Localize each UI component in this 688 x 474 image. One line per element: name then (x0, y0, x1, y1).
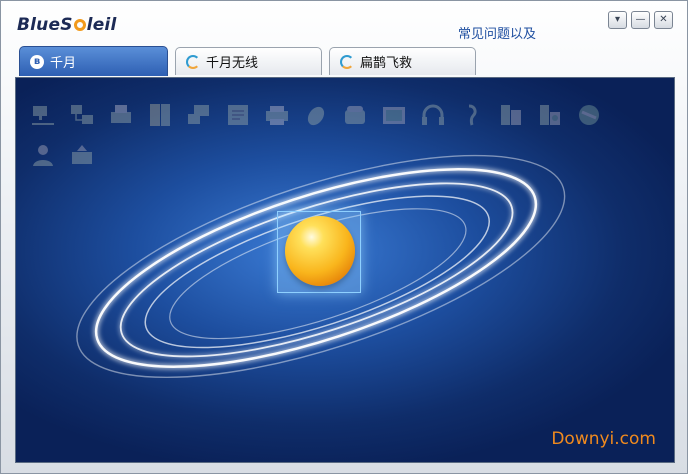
logo-ring-icon (73, 19, 86, 31)
tab-bianque[interactable]: 扁鹊飞救 (329, 47, 476, 75)
pim-tool-button[interactable] (535, 100, 565, 130)
mouse-icon (307, 106, 325, 126)
dialup-network-icon (188, 105, 209, 124)
tab-label: 千月无线 (206, 56, 259, 71)
my-device-button[interactable] (277, 211, 361, 293)
fax-icon (111, 105, 131, 123)
bluesoleil-logo: BlueS leil (17, 15, 116, 35)
user-tool-button[interactable] (28, 140, 58, 170)
phone-tool-button[interactable] (340, 100, 370, 130)
hid-tool-button[interactable] (67, 140, 97, 170)
tab-label: 千月 (50, 56, 77, 71)
hid-icon (72, 145, 92, 164)
headphones-tool-button[interactable] (418, 100, 448, 130)
file-transfer-icon (150, 104, 170, 126)
lan-access-tool-button[interactable] (67, 100, 97, 130)
logo-text-part1: BlueS (17, 15, 73, 35)
faq-link[interactable]: 常见问题以及 (458, 23, 536, 42)
printer-icon (266, 106, 288, 125)
headset-tool-button[interactable] (457, 100, 487, 130)
file-transfer-tool-button[interactable] (145, 100, 175, 130)
dropdown-icon: ▾ (614, 14, 621, 25)
pim-icon (540, 105, 560, 125)
network-icon (32, 106, 54, 125)
dropdown-button[interactable]: ▾ (608, 11, 627, 29)
tab-qianyue-wireless[interactable]: 千月无线 (175, 47, 322, 75)
swirl-icon (340, 54, 354, 69)
tab-label: 扁鹊飞救 (360, 56, 413, 71)
phone-icon (345, 106, 365, 124)
network-tool-button[interactable] (28, 100, 58, 130)
close-button[interactable]: ✕ (654, 11, 673, 29)
watermark: Downyi.com (551, 429, 656, 449)
bluesoleil-window: BlueS leil 常见问题以及 ▾ — ✕ ʙ 千月 千月无线 扁鹊飞救 D… (0, 0, 688, 474)
main-panel: Downyi.com (15, 77, 675, 463)
user-icon (33, 145, 53, 166)
object-push-tool-button[interactable] (223, 100, 253, 130)
orb-icon (285, 216, 355, 286)
sync-icon (501, 105, 521, 125)
tab-qianyue[interactable]: ʙ 千月 (19, 46, 168, 76)
bluetooth-icon: ʙ (30, 54, 44, 69)
toolbar-row-1 (28, 100, 604, 130)
minimize-icon: — (635, 14, 646, 25)
av-icon (579, 105, 599, 125)
printer-tool-button[interactable] (262, 100, 292, 130)
lan-access-icon (71, 105, 93, 124)
toolbar-row-2 (28, 140, 97, 170)
dialup-network-tool-button[interactable] (184, 100, 214, 130)
object-push-icon (228, 105, 248, 125)
close-icon: ✕ (659, 14, 668, 25)
picture-icon (383, 107, 405, 124)
headset-icon (468, 104, 477, 126)
fax-tool-button[interactable] (106, 100, 136, 130)
mouse-tool-button[interactable] (301, 100, 331, 130)
window-controls: ▾ — ✕ (608, 11, 673, 29)
minimize-button[interactable]: — (631, 11, 650, 29)
av-tool-button[interactable] (574, 100, 604, 130)
headphones-icon (422, 104, 444, 125)
logo-text-part2: leil (86, 15, 117, 35)
swirl-icon (186, 54, 200, 69)
picture-tool-button[interactable] (379, 100, 409, 130)
sync-tool-button[interactable] (496, 100, 526, 130)
